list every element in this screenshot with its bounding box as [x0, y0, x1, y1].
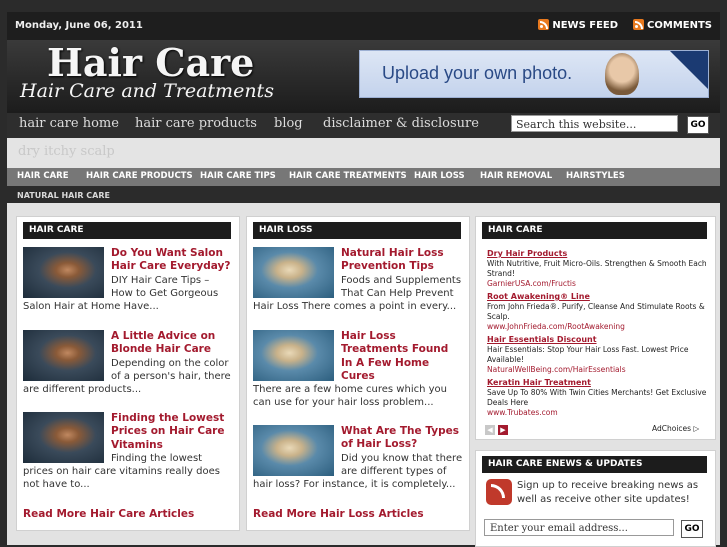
- keyword-text: dry itchy scalp: [18, 144, 115, 159]
- sidebar-ads: HAIR CARE Dry Hair Products With Nutriti…: [475, 216, 716, 440]
- article-item: Do You Want Salon Hair Care Everyday? DI…: [23, 247, 233, 313]
- article-thumbnail[interactable]: [253, 425, 334, 476]
- main-nav: hair care home hair care products blog d…: [7, 113, 720, 138]
- rss-icon: [633, 19, 645, 30]
- ad-url[interactable]: NaturalWellBeing.com/HairEssentials: [487, 365, 707, 375]
- read-more-link[interactable]: Read More Hair Loss Articles: [253, 508, 424, 520]
- cat-hair-care-products[interactable]: HAIR CARE PRODUCTS: [86, 171, 193, 181]
- ad-next-icon[interactable]: ▶: [498, 425, 508, 435]
- article-excerpt: There are a few home cures which you can…: [253, 384, 447, 409]
- article-thumbnail[interactable]: [23, 330, 104, 381]
- subscribe-go-button[interactable]: GO: [681, 520, 703, 538]
- header-ad-banner[interactable]: Upload your own photo.: [359, 50, 709, 98]
- nav-hair-care-products[interactable]: hair care products: [135, 116, 257, 131]
- keyword-strip: dry itchy scalp: [7, 138, 720, 168]
- column-heading: HAIR CARE: [23, 222, 231, 239]
- cat-hair-care-tips[interactable]: HAIR CARE TIPS: [200, 171, 276, 181]
- site-title[interactable]: Hair Care: [47, 40, 254, 85]
- ad-link[interactable]: Root Awakening® Line From John Frieda®. …: [487, 292, 707, 332]
- ad-title[interactable]: Dry Hair Products: [487, 249, 707, 259]
- nav-hair-care-home[interactable]: hair care home: [19, 116, 119, 131]
- nav-blog[interactable]: blog: [274, 116, 303, 131]
- category-nav: HAIR CARE HAIR CARE PRODUCTS HAIR CARE T…: [7, 168, 720, 186]
- article-item: Hair Loss Treatments Found In A Few Home…: [253, 330, 463, 410]
- article-item: Finding the Lowest Prices on Hair Care V…: [23, 412, 233, 492]
- ad-banner-text: Upload your own photo.: [382, 63, 573, 83]
- adchoices-link[interactable]: AdChoices ▷: [652, 424, 699, 433]
- site-subtitle: Hair Care and Treatments: [20, 80, 274, 102]
- comments-link[interactable]: COMMENTS: [647, 20, 712, 31]
- ad-title[interactable]: Root Awakening® Line: [487, 292, 707, 302]
- feed-links: NEWS FEED COMMENTS: [538, 19, 712, 31]
- article-thumbnail[interactable]: [23, 247, 104, 298]
- read-more-link[interactable]: Read More Hair Care Articles: [23, 508, 194, 520]
- cat-hair-care-treatments[interactable]: HAIR CARE TREATMENTS: [289, 171, 407, 181]
- cat-hair-removal[interactable]: HAIR REMOVAL: [480, 171, 552, 181]
- hair-loss-column: HAIR LOSS Natural Hair Loss Prevention T…: [246, 216, 470, 531]
- enews-heading: HAIR CARE ENEWS & UPDATES: [482, 456, 707, 473]
- column-heading: HAIR LOSS: [253, 222, 461, 239]
- adchoices-icon: ▷: [693, 424, 700, 433]
- ad-prev-icon[interactable]: ◀: [485, 425, 495, 435]
- ad-url[interactable]: www.Trubates.com: [487, 408, 707, 418]
- hair-care-column: HAIR CARE Do You Want Salon Hair Care Ev…: [16, 216, 240, 531]
- ad-link[interactable]: Hair Essentials Discount Hair Essentials…: [487, 335, 707, 375]
- ad-corner-badge: [670, 51, 708, 89]
- ad-title[interactable]: Hair Essentials Discount: [487, 335, 707, 345]
- cat-hair-loss[interactable]: HAIR LOSS: [414, 171, 465, 181]
- top-bar: Monday, June 06, 2011 NEWS FEED COMMENTS: [7, 12, 720, 41]
- article-thumbnail[interactable]: [253, 247, 334, 298]
- search-input[interactable]: Search this website...: [511, 115, 678, 132]
- rss-icon: [538, 19, 550, 30]
- article-item: Natural Hair Loss Prevention Tips Foods …: [253, 247, 463, 313]
- email-field[interactable]: Enter your email address...: [484, 519, 674, 536]
- cat-natural-hair-care[interactable]: NATURAL HAIR CARE: [17, 191, 110, 200]
- ad-text: Hair Essentials: Stop Your Hair Loss Fas…: [487, 345, 689, 364]
- enews-text: Sign up to receive breaking news as well…: [517, 480, 699, 505]
- article-item: What Are The Types of Hair Loss? Did you…: [253, 425, 463, 491]
- ad-link[interactable]: Keratin Hair Treatment Save Up To 80% Wi…: [487, 378, 707, 418]
- ad-text: Save Up To 80% With Twin Cities Merchant…: [487, 388, 707, 407]
- news-feed-link[interactable]: NEWS FEED: [552, 20, 618, 31]
- rss-icon: [486, 479, 512, 505]
- sidebar-heading: HAIR CARE: [482, 222, 707, 239]
- ad-url[interactable]: www.JohnFrieda.com/RootAwakening: [487, 322, 707, 332]
- ad-title[interactable]: Keratin Hair Treatment: [487, 378, 707, 388]
- cat-hair-care[interactable]: HAIR CARE: [17, 171, 69, 181]
- date-label: Monday, June 06, 2011: [15, 20, 143, 31]
- article-thumbnail[interactable]: [253, 330, 334, 381]
- ad-text: From John Frieda®. Purify, Cleanse And S…: [487, 302, 705, 321]
- search-go-button[interactable]: GO: [687, 116, 709, 134]
- nav-disclaimer[interactable]: disclaimer & disclosure: [323, 116, 479, 131]
- site-header: Hair Care Hair Care and Treatments Uploa…: [7, 40, 720, 113]
- adchoices-label: AdChoices: [652, 424, 692, 433]
- ad-url[interactable]: GarnierUSA.com/Fructis: [487, 279, 707, 289]
- article-thumbnail[interactable]: [23, 412, 104, 463]
- enews-block: HAIR CARE ENEWS & UPDATES Sign up to rec…: [475, 450, 716, 547]
- content-area: HAIR CARE Do You Want Salon Hair Care Ev…: [7, 203, 720, 547]
- ad-link[interactable]: Dry Hair Products With Nutritive, Fruit …: [487, 249, 707, 289]
- ad-face-image: [605, 53, 639, 95]
- article-item: A Little Advice on Blonde Hair Care Depe…: [23, 330, 233, 396]
- ad-text: With Nutritive, Fruit Micro-Oils. Streng…: [487, 259, 707, 278]
- cat-hairstyles[interactable]: HAIRSTYLES: [566, 171, 625, 181]
